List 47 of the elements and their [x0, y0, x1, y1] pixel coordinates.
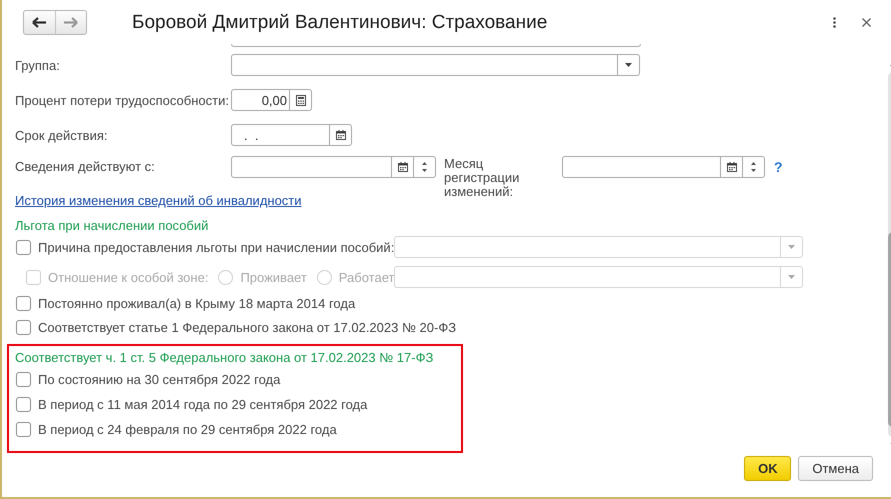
field-label: Группа:: [15, 58, 61, 73]
checkbox-label: В период с 11 мая 2014 года по 29 сентября 2022 года: [38, 396, 368, 412]
dropdown-field[interactable]: [394, 266, 804, 288]
date-field[interactable]: [562, 156, 765, 178]
spin-down-icon[interactable]: [751, 169, 756, 172]
field-label: Месяц регистрации изменений:: [444, 157, 520, 200]
field-label: Сведения действуют с:: [15, 159, 156, 174]
section-title: Льгота при начислении пособий: [15, 218, 210, 234]
calendar-icon[interactable]: [726, 162, 736, 172]
checkbox-label: В период с 24 февраля по 29 сентября 2022 года: [38, 422, 337, 437]
dropdown-field[interactable]: [394, 236, 804, 258]
section-title: Соответствует ч. 1 ст. 5 Федерального закона от 17.02.2023 № 17-ФЗ: [15, 350, 434, 366]
checkbox[interactable]: [16, 396, 31, 412]
checkbox-label: Постоянно проживал(а) в Крыму 18 марта 2014 года: [38, 296, 356, 312]
number-field[interactable]: 0,00: [231, 89, 312, 112]
spin-up-icon[interactable]: [422, 162, 427, 165]
radio-label: Работает: [338, 270, 394, 285]
field-label: Процент потери трудоспособности:: [15, 92, 230, 108]
calculator-icon[interactable]: [296, 94, 306, 106]
dropdown-arrow-icon[interactable]: [625, 63, 632, 68]
left-arrow-icon[interactable]: [32, 17, 47, 28]
date-field[interactable]: [231, 156, 436, 178]
checkbox[interactable]: [16, 422, 31, 437]
checkbox[interactable]: [16, 296, 31, 312]
history-link[interactable]: История изменения сведений об инвалидности: [15, 193, 302, 208]
date-field[interactable]: . .: [231, 124, 352, 146]
calendar-icon[interactable]: [336, 130, 346, 140]
window-title: Боровой Дмитрий Валентинович: Страхование: [132, 12, 548, 34]
checkbox-label: Отношение к особой зоне:: [48, 270, 208, 285]
calendar-icon[interactable]: [398, 162, 408, 172]
input-field[interactable]: [231, 44, 641, 48]
close-icon[interactable]: [862, 18, 871, 27]
checkbox-label: Соответствует статье 1 Федерального закона от 17.02.2023 № 20-ФЗ: [38, 320, 456, 335]
checkbox[interactable]: [16, 240, 31, 255]
ok-button[interactable]: OK: [744, 456, 792, 481]
spin-down-icon[interactable]: [422, 169, 427, 172]
spin-up-icon[interactable]: [751, 162, 756, 165]
help-link[interactable]: ?: [774, 159, 783, 176]
checkbox-label: По состоянию на 30 сентября 2022 года: [38, 372, 280, 387]
checkbox[interactable]: [16, 372, 31, 387]
checkbox-label: Причина предоставления льготы при начислении пособий:: [38, 240, 394, 255]
dropdown-field[interactable]: [231, 54, 640, 76]
more-icon[interactable]: [833, 17, 836, 28]
radio-label: Проживает: [240, 270, 307, 285]
checkbox[interactable]: [16, 320, 31, 335]
field-label: Срок действия:: [15, 128, 108, 143]
cancel-button[interactable]: Отмена: [798, 456, 873, 481]
